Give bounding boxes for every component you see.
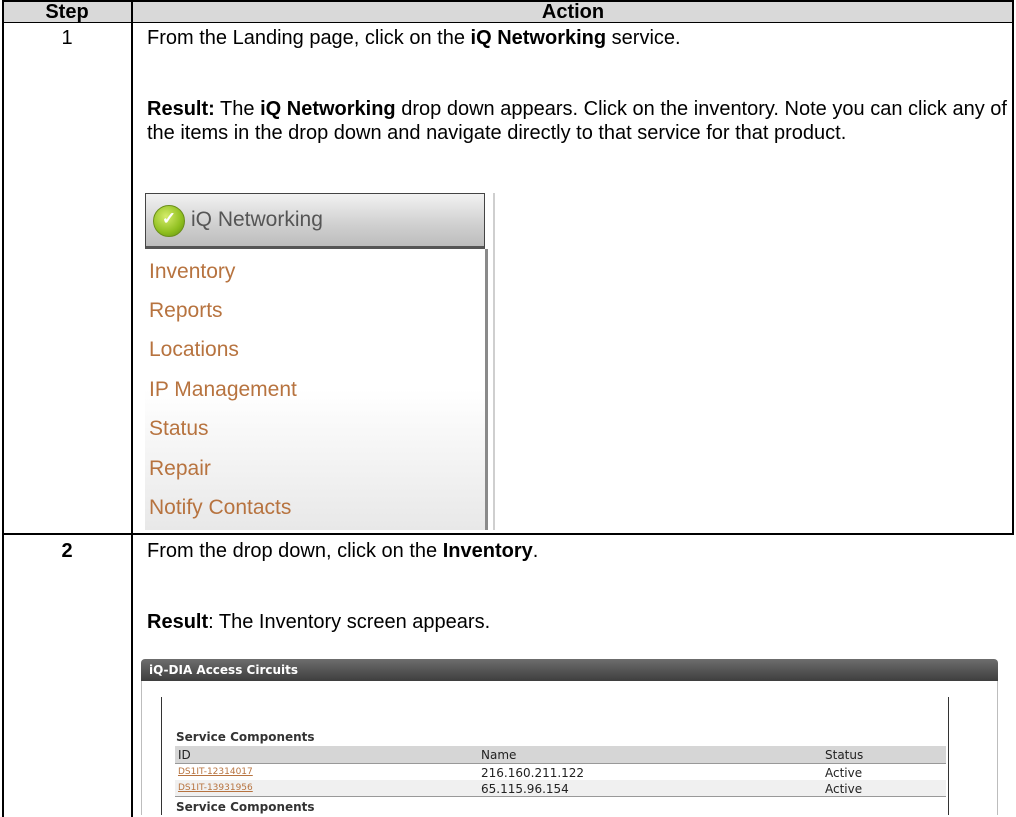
step-instruction: From the Landing page, click on the iQ N…	[147, 26, 1007, 50]
dropdown-edge	[493, 193, 495, 530]
step-column-header: Step	[45, 1, 89, 23]
dropdown-title: iQ Networking	[191, 208, 323, 231]
iq-networking-dropdown-screenshot: ✓ iQ Networking Inventory Reports Locati…	[143, 193, 495, 530]
table-border-left	[2, 2, 4, 817]
step-number: 2	[61, 540, 73, 562]
dropdown-header[interactable]: ✓ iQ Networking	[145, 193, 485, 249]
table-border-right	[1012, 2, 1014, 534]
column-header-name: Name	[481, 748, 517, 762]
menu-item-status[interactable]: Status	[149, 417, 209, 441]
instruction-text: .	[532, 540, 539, 562]
circuit-name: 216.160.211.122	[481, 766, 585, 780]
panel-title: iQ-DIA Access Circuits	[149, 663, 299, 677]
step-instruction: From the drop down, click on the Invento…	[147, 539, 1007, 563]
circuit-status: Active	[825, 766, 863, 780]
menu-item-notify-contacts[interactable]: Notify Contacts	[149, 496, 291, 520]
panel-inner-border-right	[948, 697, 949, 815]
instruction-bold: Inventory	[442, 540, 533, 562]
result-label: Result:	[147, 98, 215, 120]
panel-body: Service Components ID Name Status DS1IT-…	[141, 681, 998, 815]
result-text: : The Inventory screen appears.	[208, 611, 491, 633]
menu-item-repair[interactable]: Repair	[149, 457, 211, 481]
column-header-status: Status	[825, 748, 864, 762]
instruction-bold: iQ Networking	[470, 27, 607, 49]
instruction-text: From the drop down, click on the	[147, 540, 443, 562]
table-header-row: Step Action	[2, 2, 1014, 23]
column-header-id: ID	[178, 748, 191, 762]
table-divider	[131, 2, 133, 817]
menu-item-reports[interactable]: Reports	[149, 299, 223, 323]
inventory-panel-screenshot: iQ-DIA Access Circuits Service Component…	[141, 659, 998, 815]
row-separator	[175, 796, 946, 797]
table-row: DS1IT-13931956 65.115.96.154 Active	[175, 780, 946, 796]
menu-item-locations[interactable]: Locations	[149, 338, 239, 362]
section-footer-label: Service Components	[176, 800, 315, 814]
panel-title-bar: iQ-DIA Access Circuits	[141, 659, 998, 681]
step-result: Result: The Inventory screen appears.	[147, 610, 1007, 634]
circuit-status: Active	[825, 782, 863, 796]
panel-inner-border-left	[161, 697, 162, 815]
table-row: DS1IT-12314017 216.160.211.122 Active	[175, 764, 946, 780]
components-table-header: ID Name Status	[175, 746, 946, 764]
result-label: Result	[147, 611, 209, 633]
instruction-text: From the Landing page, click on the	[147, 27, 471, 49]
circuit-id-link[interactable]: DS1IT-13931956	[178, 783, 253, 793]
result-text: The	[214, 98, 261, 120]
checkmark-circle-icon: ✓	[153, 205, 185, 237]
menu-item-ip-management[interactable]: IP Management	[149, 378, 297, 402]
menu-item-inventory[interactable]: Inventory	[149, 260, 235, 284]
circuit-id-link[interactable]: DS1IT-12314017	[178, 767, 253, 777]
instruction-text: service.	[606, 27, 681, 49]
step-number: 1	[61, 27, 73, 49]
row-divider	[2, 533, 1014, 535]
result-bold: iQ Networking	[260, 98, 396, 120]
dropdown-menu: Inventory Reports Locations IP Managemen…	[145, 249, 488, 530]
step-result: Result: The iQ Networking drop down appe…	[147, 97, 1007, 145]
action-column-header: Action	[541, 1, 605, 23]
circuit-name: 65.115.96.154	[481, 782, 569, 796]
section-label: Service Components	[176, 730, 315, 744]
